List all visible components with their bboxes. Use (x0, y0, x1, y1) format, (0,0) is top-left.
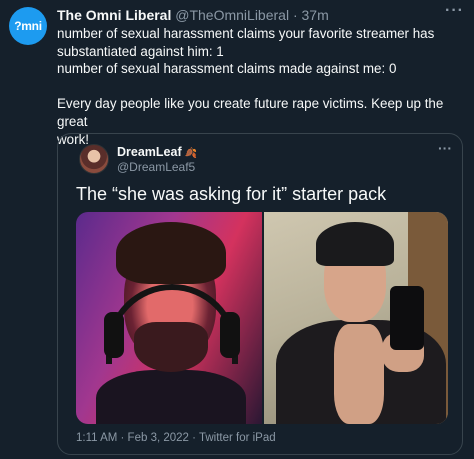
beanie-shape (316, 222, 394, 266)
earcup-right (220, 312, 240, 358)
quoted-timestamp[interactable]: 1:11 AM · Feb 3, 2022 · Twitter for iPad (76, 432, 276, 444)
tweet-line: number of sexual harassment claims made … (57, 61, 397, 77)
handle[interactable]: @TheOmniLiberal (175, 7, 289, 23)
more-icon[interactable]: ··· (445, 2, 464, 20)
shirt-shape (96, 370, 246, 424)
chest-shape (334, 324, 384, 424)
quoted-tweet[interactable]: DreamLeaf 🍂 @DreamLeaf5 ··· The “she was … (57, 133, 463, 455)
quoted-avatar[interactable] (79, 144, 109, 174)
quoted-media[interactable] (76, 212, 448, 424)
quoted-display-name[interactable]: DreamLeaf 🍂 (117, 145, 197, 159)
quoted-name-text: DreamLeaf (117, 145, 182, 159)
quoted-more-icon[interactable]: ··· (438, 140, 452, 156)
tweet-line: substantiated against him: 1 (57, 43, 224, 59)
separator: · (292, 7, 298, 23)
quoted-text: The “she was asking for it” starter pack (76, 184, 387, 204)
earcup-left (104, 312, 124, 358)
hair-shape (116, 222, 226, 284)
right-photo[interactable] (264, 212, 448, 424)
leaf-emoji-icon: 🍂 (184, 148, 198, 159)
quoted-handle[interactable]: @DreamLeaf5 (117, 160, 195, 174)
tweet-line: Every day people like you create future … (57, 96, 444, 129)
left-photo[interactable] (76, 212, 262, 424)
phone-icon (390, 286, 424, 350)
tweet-text: number of sexual harassment claims your … (57, 25, 467, 148)
timestamp[interactable]: 37m (302, 7, 329, 23)
tweet-line: number of sexual harassment claims your … (57, 26, 435, 41)
avatar[interactable]: ?mni (9, 7, 47, 45)
display-name[interactable]: The Omni Liberal (57, 7, 171, 23)
tweet-header: The Omni Liberal @TheOmniLiberal · 37m (57, 6, 466, 25)
